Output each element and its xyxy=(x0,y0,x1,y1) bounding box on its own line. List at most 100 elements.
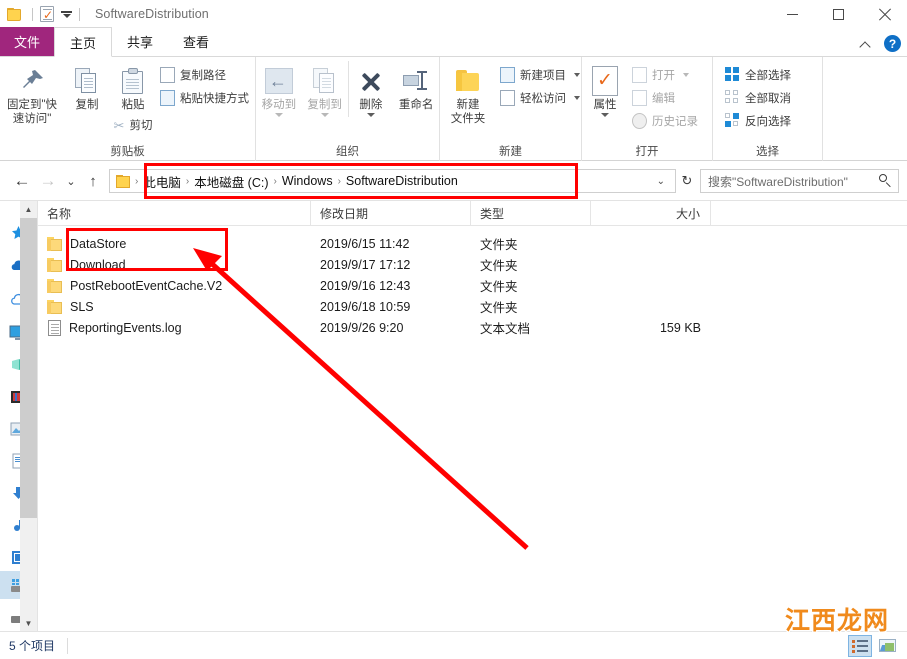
file-type-cell: 文本文档 xyxy=(480,322,531,336)
delete-button[interactable]: 删除 xyxy=(347,61,394,117)
file-name-cell[interactable]: ReportingEvents.log xyxy=(38,319,311,336)
tab-share[interactable]: 共享 xyxy=(112,27,168,56)
edit-button[interactable]: 编辑 xyxy=(628,86,698,109)
breadcrumb-separator-2[interactable]: › xyxy=(272,176,279,187)
large-icons-view-button[interactable] xyxy=(875,635,899,657)
history-icon xyxy=(632,112,647,129)
customize-qat-icon[interactable] xyxy=(61,8,72,20)
invert-selection-button[interactable]: 反向选择 xyxy=(721,109,791,132)
tab-home[interactable]: 主页 xyxy=(54,27,113,57)
address-bar[interactable]: › 此电脑 › 本地磁盘 (C:) › Windows › SoftwareDi… xyxy=(109,169,676,193)
select-small-buttons: 全部选择 全部取消 反向选择 xyxy=(713,61,791,132)
paste-icon xyxy=(122,64,144,98)
group-label-organize: 组织 xyxy=(336,146,359,158)
table-row[interactable]: Download 2019/9/17 17:12 文件夹 xyxy=(38,254,907,275)
file-name-cell[interactable]: PostRebootEventCache.V2 xyxy=(38,278,311,293)
address-dropdown-icon[interactable]: ⌄ xyxy=(649,176,673,187)
paste-button[interactable]: 粘贴 ✂ 剪切 xyxy=(110,61,156,137)
breadcrumb-separator-0[interactable]: › xyxy=(133,176,140,187)
table-row[interactable]: PostRebootEventCache.V2 2019/9/16 12:43 … xyxy=(38,275,907,296)
open-button[interactable]: 打开 xyxy=(628,63,698,86)
rename-button[interactable]: 重命名 xyxy=(393,61,439,112)
chevron-up-icon[interactable] xyxy=(860,38,872,50)
folder-icon[interactable] xyxy=(7,7,22,21)
copy-path-icon xyxy=(160,66,175,83)
recent-locations-button[interactable]: ⌄ xyxy=(61,175,81,188)
navpane-scrollbar[interactable]: ▲ ▼ xyxy=(20,201,37,632)
tab-view[interactable]: 查看 xyxy=(168,27,224,56)
file-name-label: Download xyxy=(70,257,126,272)
back-button[interactable]: ← xyxy=(9,168,35,194)
file-name-cell[interactable]: Download xyxy=(38,257,311,272)
column-header-modified[interactable]: 修改日期 xyxy=(311,200,471,226)
copy-path-button[interactable]: 复制路径 xyxy=(156,63,249,86)
search-input[interactable]: 搜索"SoftwareDistribution" xyxy=(708,173,878,190)
new-item-button[interactable]: 新建项目 xyxy=(496,63,580,86)
back-arrow-icon: ← xyxy=(13,171,31,190)
scroll-down-icon[interactable]: ▼ xyxy=(20,615,37,632)
copy-to-icon xyxy=(312,64,337,98)
cut-icon: ✂ xyxy=(113,117,125,133)
search-icon xyxy=(878,174,892,188)
minimize-button[interactable] xyxy=(769,0,815,28)
pin-label-line1: 固定到"快 xyxy=(6,99,58,111)
copy-button[interactable]: 复制 xyxy=(64,61,110,112)
select-none-button[interactable]: 全部取消 xyxy=(721,86,791,109)
tab-view-label: 查看 xyxy=(183,35,210,50)
properties-icon: ✓ xyxy=(592,64,618,98)
navigation-pane: ▲ ▼ xyxy=(0,201,38,632)
easy-access-button[interactable]: 轻松访问 xyxy=(496,86,580,109)
close-button[interactable] xyxy=(861,0,907,28)
properties-button[interactable]: ✓ 属性 xyxy=(582,61,628,117)
column-header-size[interactable]: 大小 xyxy=(591,200,711,226)
up-arrow-icon: ↑ xyxy=(89,172,97,190)
tab-file[interactable]: 文件 xyxy=(0,27,54,56)
breadcrumb-local-disk[interactable]: 本地磁盘 (C:) xyxy=(191,172,271,191)
table-row[interactable]: DataStore 2019/6/15 11:42 文件夹 xyxy=(38,233,907,254)
maximize-button[interactable] xyxy=(815,0,861,28)
help-icon[interactable]: ? xyxy=(884,35,901,52)
ribbon-group-organize: ← 移动到 复制到 删除 重命名 组织 xyxy=(256,57,440,161)
cut-button[interactable]: ✂ 剪切 xyxy=(114,114,153,137)
scrollbar-thumb[interactable] xyxy=(20,218,37,518)
copy-to-button[interactable]: 复制到 xyxy=(302,61,348,117)
select-none-label: 全部取消 xyxy=(745,92,791,105)
select-all-button[interactable]: 全部选择 xyxy=(721,63,791,86)
move-to-label: 移动到 xyxy=(261,99,297,111)
ribbon-right-controls: ? xyxy=(860,35,901,52)
select-none-icon xyxy=(725,90,740,105)
breadcrumb-softwaredistribution[interactable]: SoftwareDistribution xyxy=(343,174,461,188)
file-rows: DataStore 2019/6/15 11:42 文件夹 Download 2… xyxy=(38,226,907,338)
properties-icon[interactable]: ✓ xyxy=(40,6,54,22)
file-type-cell: 文件夹 xyxy=(480,280,518,294)
paste-shortcut-button[interactable]: 粘贴快捷方式 xyxy=(156,86,249,109)
new-item-icon xyxy=(500,66,515,83)
new-folder-button[interactable]: 新建 文件夹 xyxy=(440,61,496,126)
table-row[interactable]: SLS 2019/6/18 10:59 文件夹 xyxy=(38,296,907,317)
breadcrumb-windows[interactable]: Windows xyxy=(279,174,336,188)
move-to-icon: ← xyxy=(264,64,293,98)
up-button[interactable]: ↑ xyxy=(81,173,105,190)
breadcrumb-separator-3[interactable]: › xyxy=(336,176,343,187)
open-small-buttons: 打开 编辑 历史记录 xyxy=(628,61,698,132)
history-button[interactable]: 历史记录 xyxy=(628,109,698,132)
breadcrumb-separator-1[interactable]: › xyxy=(184,176,191,187)
column-header-name[interactable]: 名称 xyxy=(38,200,311,226)
pin-to-quick-access-button[interactable]: 固定到"快 速访问" xyxy=(0,61,64,126)
move-to-button[interactable]: ← 移动到 xyxy=(256,61,302,117)
properties-caret-icon xyxy=(601,113,609,117)
search-box[interactable]: 搜索"SoftwareDistribution" xyxy=(700,169,899,193)
file-modified-cell: 2019/6/15 11:42 xyxy=(320,236,410,251)
file-name-cell[interactable]: SLS xyxy=(38,299,311,314)
table-row[interactable]: ReportingEvents.log 2019/9/26 9:20 文本文档 … xyxy=(38,317,907,338)
file-type-cell: 文件夹 xyxy=(480,259,518,273)
column-header-type[interactable]: 类型 xyxy=(471,200,591,226)
details-view-button[interactable] xyxy=(848,634,872,657)
breadcrumb-this-pc[interactable]: 此电脑 xyxy=(140,172,184,191)
maximize-icon xyxy=(832,8,844,20)
ribbon-group-open: ✓ 属性 打开 编辑 历史记录 打开 xyxy=(582,57,713,161)
forward-button[interactable]: → xyxy=(35,168,61,194)
refresh-icon[interactable]: ↻ xyxy=(676,173,698,189)
file-name-cell[interactable]: DataStore xyxy=(38,236,311,251)
scroll-up-icon[interactable]: ▲ xyxy=(20,201,37,218)
